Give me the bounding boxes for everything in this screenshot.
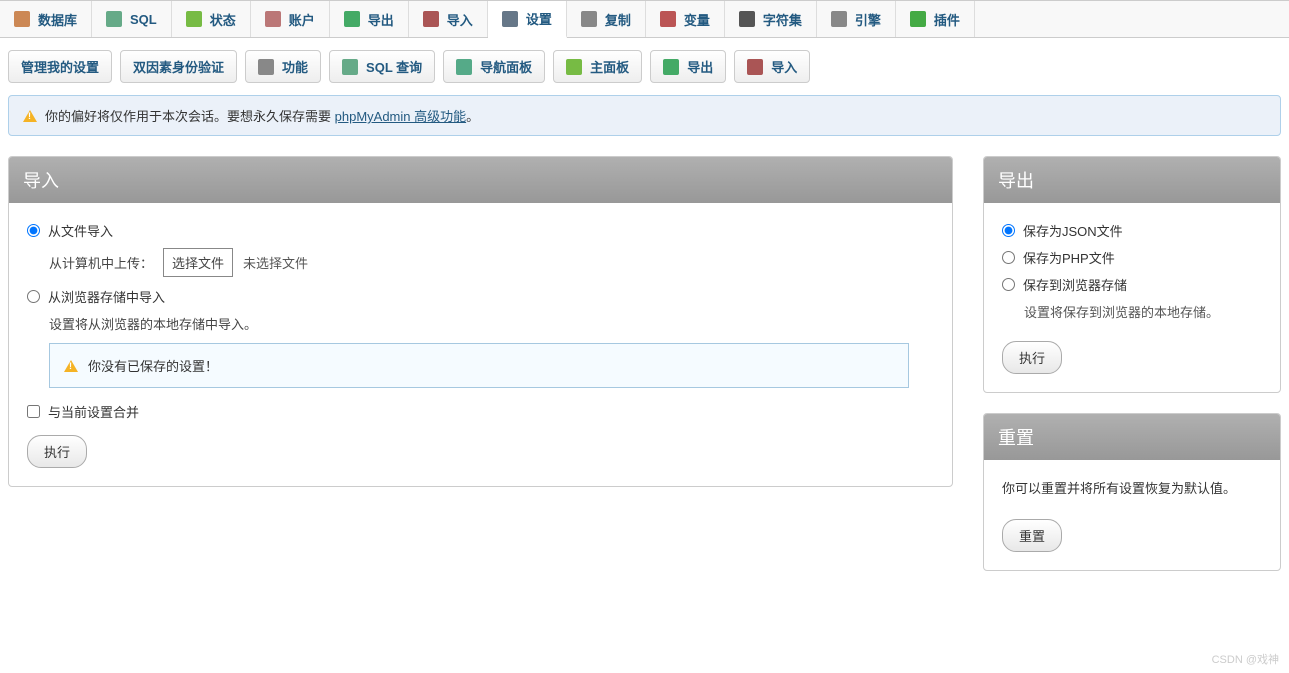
tab-icon (14, 11, 30, 27)
warning-icon (23, 110, 37, 122)
subtab-label: 导入 (771, 57, 797, 76)
tab-label: 状态 (210, 10, 236, 29)
tab-icon (660, 11, 676, 27)
tab-icon (502, 11, 518, 27)
subnav-tab-3[interactable]: SQL 查询 (329, 50, 435, 83)
tab-icon (344, 11, 360, 27)
subtab-label: SQL 查询 (366, 57, 422, 76)
subnav-tab-5[interactable]: 主面板 (553, 50, 642, 83)
topnav-tab-11[interactable]: 插件 (896, 1, 975, 37)
subtab-label: 导出 (687, 57, 713, 76)
import-from-browser-radio[interactable] (27, 290, 40, 303)
reset-desc: 你可以重置并将所有设置恢复为默认值。 (1002, 478, 1262, 497)
tab-icon (739, 11, 755, 27)
top-nav: 数据库 SQL 状态 账户 导出 导入 设置 复制 变量 字符集 引擎 插件 (0, 0, 1289, 38)
tab-label: 复制 (605, 10, 631, 29)
topnav-tab-9[interactable]: 字符集 (725, 1, 817, 37)
tab-label: 设置 (526, 9, 552, 28)
export-json-label[interactable]: 保存为JSON文件 (1023, 221, 1123, 240)
tab-label: 账户 (289, 10, 315, 29)
export-json-radio[interactable] (1002, 224, 1015, 237)
subnav-tab-1[interactable]: 双因素身份验证 (120, 50, 237, 83)
export-go-button[interactable]: 执行 (1002, 341, 1062, 374)
topnav-tab-10[interactable]: 引擎 (817, 1, 896, 37)
topnav-tab-1[interactable]: SQL (92, 1, 172, 37)
topnav-tab-6[interactable]: 设置 (488, 1, 567, 38)
subtab-label: 双因素身份验证 (133, 57, 224, 76)
warning-icon (64, 360, 78, 372)
import-from-browser-label[interactable]: 从浏览器存储中导入 (48, 287, 165, 306)
subnav-tab-0[interactable]: 管理我的设置 (8, 50, 112, 83)
tab-icon (186, 11, 202, 27)
subtab-icon (342, 59, 358, 75)
import-panel: 导入 从文件导入 从计算机中上传： 选择文件 未选择文件 从浏览器存储中导入 设… (8, 156, 953, 487)
subtab-icon (258, 59, 274, 75)
reset-panel: 重置 你可以重置并将所有设置恢复为默认值。 重置 (983, 413, 1281, 571)
topnav-tab-2[interactable]: 状态 (172, 1, 251, 37)
reset-panel-title: 重置 (984, 414, 1280, 460)
subtab-label: 管理我的设置 (21, 57, 99, 76)
topnav-tab-5[interactable]: 导入 (409, 1, 488, 37)
export-browser-desc: 设置将保存到浏览器的本地存储。 (1024, 302, 1262, 321)
export-panel: 导出 保存为JSON文件 保存为PHP文件 保存到浏览器存储 设置将保存到浏览器… (983, 156, 1281, 393)
export-php-label[interactable]: 保存为PHP文件 (1023, 248, 1115, 267)
import-browser-desc: 设置将从浏览器的本地存储中导入。 (49, 314, 934, 333)
advanced-features-link[interactable]: phpMyAdmin 高级功能 (335, 109, 466, 124)
sub-nav: 管理我的设置 双因素身份验证 功能 SQL 查询 导航面板 主面板 导出 导入 (0, 38, 1289, 95)
topnav-tab-7[interactable]: 复制 (567, 1, 646, 37)
subtab-label: 导航面板 (480, 57, 532, 76)
topnav-tab-8[interactable]: 变量 (646, 1, 725, 37)
tab-label: 变量 (684, 10, 710, 29)
merge-checkbox[interactable] (27, 405, 40, 418)
tab-icon (265, 11, 281, 27)
tab-icon (581, 11, 597, 27)
tab-label: 导入 (447, 10, 473, 29)
topnav-tab-4[interactable]: 导出 (330, 1, 409, 37)
subtab-icon (456, 59, 472, 75)
import-from-file-label[interactable]: 从文件导入 (48, 221, 113, 240)
export-browser-radio[interactable] (1002, 278, 1015, 291)
tab-label: 引擎 (855, 10, 881, 29)
import-from-file-radio[interactable] (27, 224, 40, 237)
tab-label: 插件 (934, 10, 960, 29)
tab-label: 字符集 (763, 10, 802, 29)
subtab-icon (663, 59, 679, 75)
subnav-tab-7[interactable]: 导入 (734, 50, 810, 83)
import-go-button[interactable]: 执行 (27, 435, 87, 468)
watermark: CSDN @戏神 (1212, 651, 1279, 667)
tab-icon (106, 11, 122, 27)
subtab-icon (566, 59, 582, 75)
export-panel-title: 导出 (984, 157, 1280, 203)
export-browser-label[interactable]: 保存到浏览器存储 (1023, 275, 1127, 294)
topnav-tab-3[interactable]: 账户 (251, 1, 330, 37)
tab-label: 数据库 (38, 10, 77, 29)
no-file-text: 未选择文件 (243, 253, 308, 272)
merge-label[interactable]: 与当前设置合并 (48, 402, 139, 421)
reset-button[interactable]: 重置 (1002, 519, 1062, 552)
export-php-radio[interactable] (1002, 251, 1015, 264)
subtab-label: 主面板 (590, 57, 629, 76)
topnav-tab-0[interactable]: 数据库 (0, 1, 92, 37)
subnav-tab-4[interactable]: 导航面板 (443, 50, 545, 83)
tab-icon (423, 11, 439, 27)
choose-file-button[interactable]: 选择文件 (163, 248, 233, 277)
subtab-icon (747, 59, 763, 75)
tab-icon (831, 11, 847, 27)
tab-label: 导出 (368, 10, 394, 29)
subnav-tab-6[interactable]: 导出 (650, 50, 726, 83)
session-notice: 你的偏好将仅作用于本次会话。要想永久保存需要 phpMyAdmin 高级功能。 (8, 95, 1281, 136)
tab-icon (910, 11, 926, 27)
subtab-label: 功能 (282, 57, 308, 76)
notice-text: 你的偏好将仅作用于本次会话。要想永久保存需要 phpMyAdmin 高级功能。 (45, 106, 479, 125)
tab-label: SQL (130, 12, 157, 27)
upload-label: 从计算机中上传： (49, 253, 153, 272)
subnav-tab-2[interactable]: 功能 (245, 50, 321, 83)
import-panel-title: 导入 (9, 157, 952, 203)
no-saved-warning: 你没有已保存的设置！ (49, 343, 909, 388)
